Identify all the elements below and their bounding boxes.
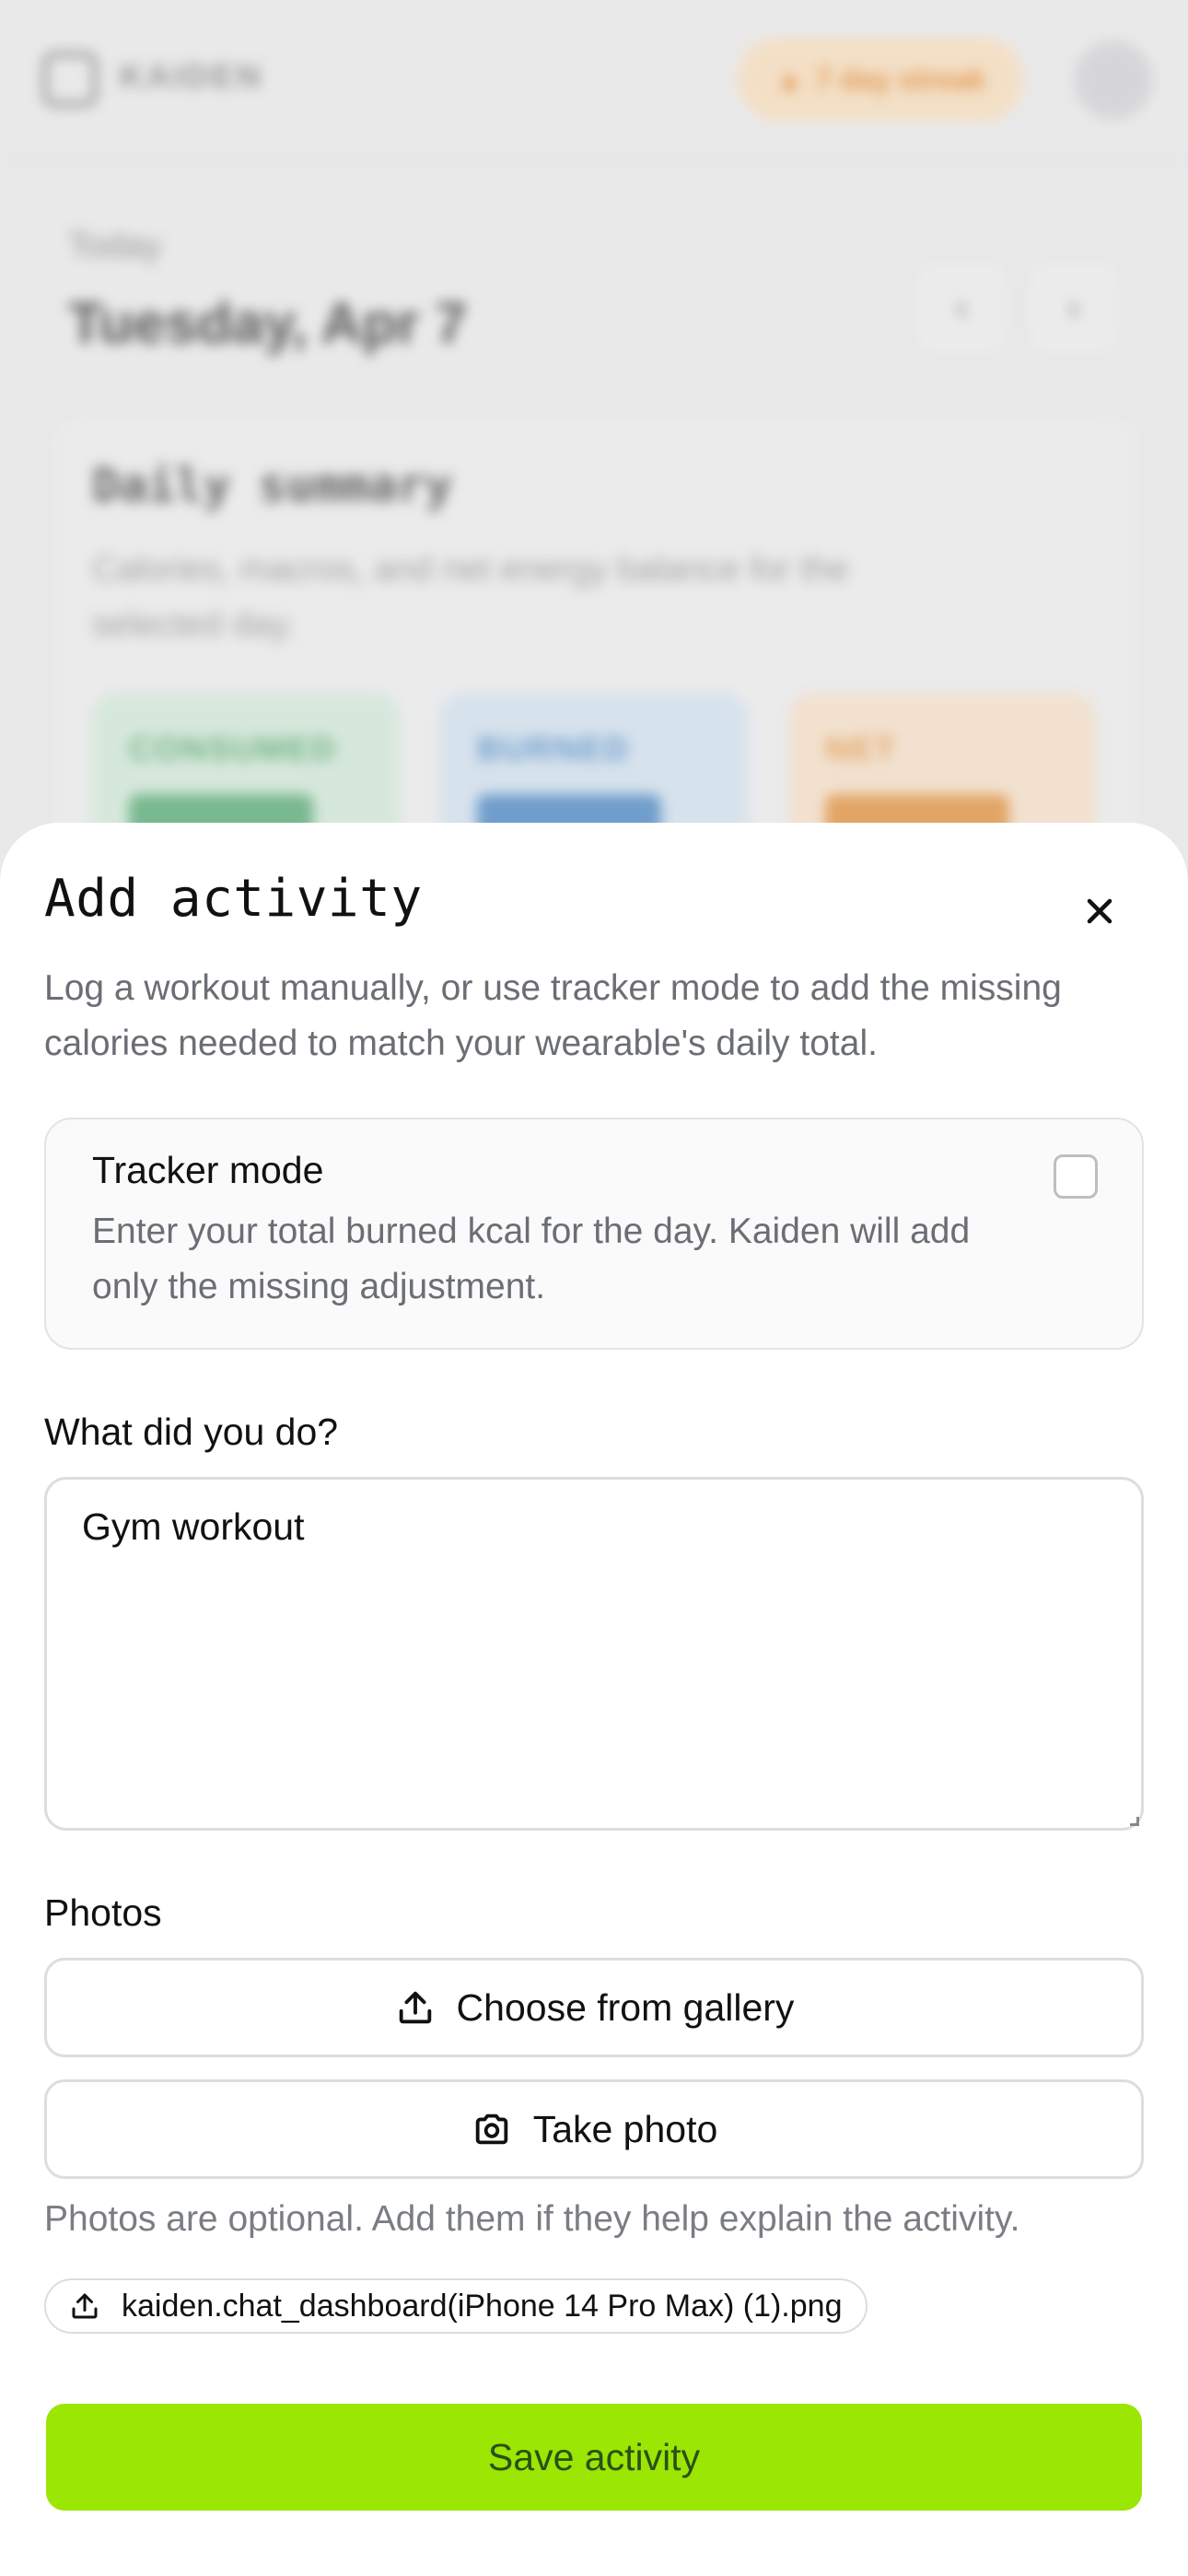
- attached-file-name: kaiden.chat_dashboard(iPhone 14 Pro Max)…: [122, 2288, 843, 2324]
- app-logo-icon: [42, 52, 98, 107]
- choose-from-gallery-button[interactable]: Choose from gallery: [44, 1958, 1144, 2057]
- top-bar: KAIDEN ▲ 7 day streak: [0, 0, 1188, 160]
- avatar: [1074, 41, 1153, 120]
- summary-subtitle: Calories, macros, and net energy balance…: [92, 550, 849, 644]
- prev-day-button: ‹: [912, 258, 1011, 357]
- background-dashboard: KAIDEN ▲ 7 day streak Today Tuesday, Apr…: [0, 0, 1188, 921]
- tile-label: NET: [825, 730, 897, 767]
- app-name: KAIDEN: [120, 57, 264, 95]
- activity-field-label: What did you do?: [44, 1411, 339, 1453]
- gallery-button-label: Choose from gallery: [456, 1985, 795, 2029]
- photos-hint: Photos are optional. Add them if they he…: [44, 2199, 1020, 2239]
- close-button[interactable]: [1076, 887, 1124, 935]
- close-icon: [1087, 898, 1112, 924]
- streak-badge: ▲ 7 day streak: [737, 37, 1024, 122]
- activity-value: Gym workout: [82, 1505, 305, 1548]
- attached-file-chip[interactable]: kaiden.chat_dashboard(iPhone 14 Pro Max)…: [44, 2278, 868, 2334]
- camera-icon: [475, 2113, 507, 2145]
- tracker-mode-checkbox[interactable]: [1054, 1154, 1098, 1199]
- tracker-mode-card[interactable]: Tracker mode Enter your total burned kca…: [44, 1118, 1144, 1350]
- add-activity-sheet: Add activity Log a workout manually, or …: [0, 823, 1188, 2576]
- sheet-description: Log a workout manually, or use tracker m…: [44, 968, 1062, 1063]
- activity-textarea[interactable]: Gym workout: [44, 1477, 1144, 1831]
- take-photo-label: Take photo: [532, 2107, 718, 2150]
- save-activity-button[interactable]: Save activity: [46, 2404, 1142, 2511]
- summary-title: Daily summary: [92, 459, 453, 512]
- page-title: Tuesday, Apr 7: [68, 292, 467, 356]
- tile-label: BURNED: [477, 730, 631, 767]
- tile-label: CONSUMED: [129, 730, 338, 767]
- flame-icon: ▲: [775, 62, 805, 96]
- photos-label: Photos: [44, 1891, 162, 1934]
- next-day-button: ›: [1024, 258, 1124, 357]
- today-label: Today: [68, 227, 162, 265]
- tracker-mode-title: Tracker mode: [92, 1149, 324, 1191]
- take-photo-button[interactable]: Take photo: [44, 2079, 1144, 2179]
- upload-icon: [72, 2293, 98, 2319]
- resize-handle-icon[interactable]: [1130, 1817, 1139, 1826]
- streak-label: 7 day streak: [815, 62, 986, 96]
- sheet-title: Add activity: [44, 869, 423, 929]
- upload-icon: [399, 1991, 431, 2024]
- tracker-mode-description: Enter your total burned kcal for the day…: [92, 1212, 971, 1306]
